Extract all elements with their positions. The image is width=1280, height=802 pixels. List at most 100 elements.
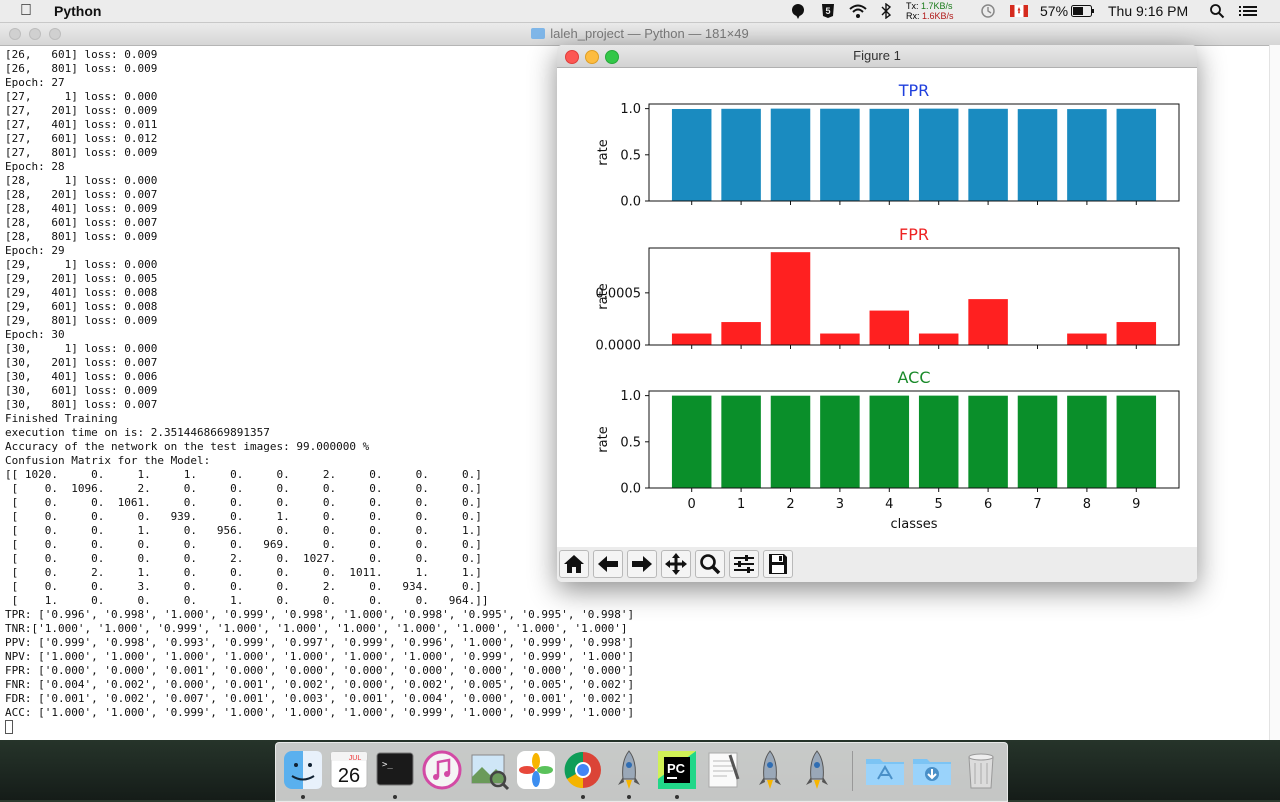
x-tick-label: 6 xyxy=(984,497,992,512)
bar-5 xyxy=(918,395,959,488)
home-icon[interactable] xyxy=(559,550,589,578)
bar-2 xyxy=(770,252,811,345)
x-tick-label: 1 xyxy=(737,497,745,512)
bluetooth-icon[interactable] xyxy=(880,3,892,19)
running-indicator xyxy=(301,795,305,799)
bar-7 xyxy=(1017,395,1058,488)
applications-folder-icon[interactable] xyxy=(864,749,906,791)
bar-8 xyxy=(1067,395,1107,488)
terminal-line: FDR: ['0.001', '0.002', '0.007', '0.001'… xyxy=(5,692,635,705)
chrome-icon[interactable] xyxy=(562,749,604,791)
chart-title: ACC xyxy=(897,368,930,387)
downloads-folder-icon[interactable] xyxy=(911,749,953,791)
chart-title: FPR xyxy=(899,225,929,244)
bar-0 xyxy=(671,395,712,488)
figure-titlebar[interactable]: Figure 1 xyxy=(557,45,1197,68)
bar-9 xyxy=(1116,108,1157,201)
calendar-day: 26 xyxy=(338,765,360,787)
bar-1 xyxy=(721,322,761,345)
terminal-line: FPR: ['0.000', '0.000', '0.001', '0.000'… xyxy=(5,664,635,677)
y-axis-label: rate xyxy=(596,139,611,165)
back-icon[interactable] xyxy=(593,550,623,578)
battery-percent[interactable]: 57% xyxy=(1040,2,1068,20)
python-rocket-icon[interactable] xyxy=(749,749,791,791)
terminal-prompt[interactable] xyxy=(5,720,1265,736)
text-cursor xyxy=(5,720,13,734)
tx-label: Tx: xyxy=(906,1,919,11)
bar-4 xyxy=(869,310,910,345)
terminal-line: NPV: ['1.000', '1.000', '1.000', '1.000'… xyxy=(5,650,635,663)
bar-8 xyxy=(1067,333,1107,345)
tx-value: 1.7KB/s xyxy=(921,1,953,11)
python-rocket-icon[interactable] xyxy=(608,749,650,791)
bar-0 xyxy=(671,108,712,201)
pycharm-icon[interactable]: PC xyxy=(656,749,698,791)
folder-icon xyxy=(531,28,546,39)
canada-flag-input-icon[interactable] xyxy=(1010,5,1028,17)
spotlight-search-icon[interactable] xyxy=(1209,3,1225,19)
textedit-icon[interactable] xyxy=(702,749,744,791)
x-tick-label: 9 xyxy=(1132,497,1140,512)
figure-window: Figure 1 TPR rate 0.0 0.5 1.0 FPR rate 0.0000 0.… xyxy=(557,45,1197,582)
bar-9 xyxy=(1116,395,1157,488)
terminal-title: laleh_project — Python — 181×49 xyxy=(0,26,1280,41)
menubar:  Python 5 Tx: 1.7KB/s Rx: 1.6KB/s 57% T… xyxy=(0,0,1280,23)
bar-4 xyxy=(869,395,910,488)
figure-canvas[interactable]: TPRrate0.00.51.0FPRrate0.00000.0005ACCra… xyxy=(557,68,1197,547)
bar-5 xyxy=(918,333,959,345)
trash-icon[interactable] xyxy=(960,749,1002,791)
time-machine-icon[interactable] xyxy=(980,3,996,19)
y-tick-label: 1.0 xyxy=(620,389,641,404)
notification-status-icon[interactable] xyxy=(790,3,806,19)
python-rocket-icon[interactable] xyxy=(796,749,838,791)
network-throughput: Tx: 1.7KB/s Rx: 1.6KB/s xyxy=(906,1,954,21)
x-axis-label: classes xyxy=(890,517,937,532)
terminal-line: FNR: ['0.004', '0.002', '0.000', '0.001'… xyxy=(5,678,635,691)
bar-0 xyxy=(671,333,712,345)
save-icon[interactable] xyxy=(763,550,793,578)
bar-3 xyxy=(820,333,860,345)
html5-status-icon[interactable]: 5 xyxy=(820,3,836,19)
forward-icon[interactable] xyxy=(627,550,657,578)
calendar-month: JUL xyxy=(349,755,362,762)
pycharm-label: PC xyxy=(667,761,686,776)
bar-9 xyxy=(1116,322,1157,345)
terminal-icon[interactable]: >_ xyxy=(374,749,416,791)
bar-3 xyxy=(820,108,860,201)
y-tick-label: 0.5 xyxy=(620,148,641,163)
photos-icon[interactable] xyxy=(515,749,557,791)
wifi-icon[interactable] xyxy=(848,3,868,19)
terminal-line: TPR: ['0.996', '0.998', '1.000', '0.999'… xyxy=(5,608,635,621)
figure-toolbar xyxy=(557,547,1197,582)
calendar-icon[interactable]: JUL 26 xyxy=(328,749,370,791)
chart-title: TPR xyxy=(898,81,930,100)
notification-center-icon[interactable] xyxy=(1239,3,1257,19)
terminal-scrollbar[interactable] xyxy=(1269,45,1280,740)
pan-icon[interactable] xyxy=(661,550,691,578)
bar-1 xyxy=(721,108,761,201)
battery-icon[interactable] xyxy=(1071,5,1095,17)
apple-menu-icon[interactable]:  xyxy=(20,2,32,20)
bar-7 xyxy=(1017,109,1058,201)
svg-text:5: 5 xyxy=(825,6,830,16)
bar-6 xyxy=(968,395,1008,488)
clock[interactable]: Thu 9:16 PM xyxy=(1108,2,1188,20)
preview-icon[interactable] xyxy=(468,749,510,791)
app-menu-name[interactable]: Python xyxy=(54,2,101,20)
x-tick-label: 8 xyxy=(1083,497,1091,512)
y-axis-label: rate xyxy=(596,426,611,452)
running-indicator xyxy=(581,795,585,799)
running-indicator xyxy=(675,795,679,799)
terminal-titlebar[interactable]: laleh_project — Python — 181×49 xyxy=(0,23,1280,46)
bar-5 xyxy=(918,108,959,201)
terminal-line: ACC: ['1.000', '1.000', '0.999', '1.000'… xyxy=(5,706,635,719)
bar-4 xyxy=(869,108,910,201)
zoom-icon[interactable] xyxy=(695,550,725,578)
configure-icon[interactable] xyxy=(729,550,759,578)
x-tick-label: 4 xyxy=(885,497,893,512)
running-indicator xyxy=(627,795,631,799)
y-tick-label: 0.0005 xyxy=(596,286,642,301)
itunes-icon[interactable] xyxy=(421,749,463,791)
x-tick-label: 0 xyxy=(688,497,696,512)
finder-icon[interactable] xyxy=(282,749,324,791)
